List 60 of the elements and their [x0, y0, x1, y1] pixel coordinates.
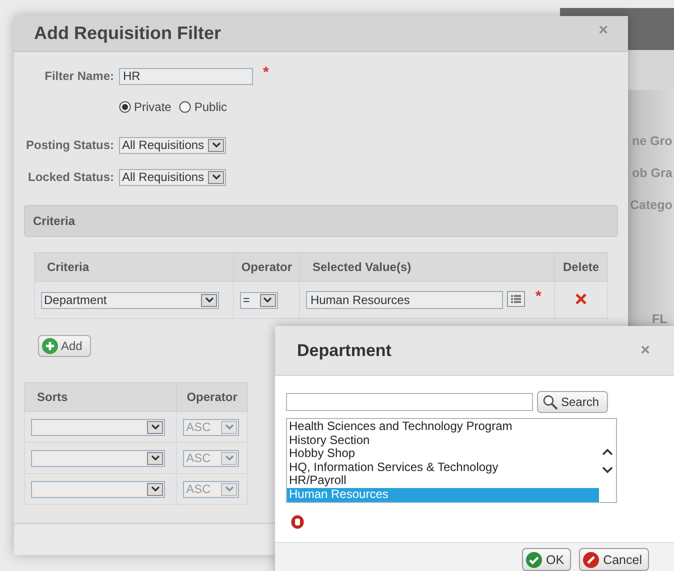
- radio-label: Private: [134, 100, 172, 114]
- cancel-button[interactable]: Cancel: [579, 548, 649, 571]
- value-field[interactable]: Human Resources: [306, 291, 504, 309]
- check-icon: [526, 552, 542, 568]
- sort-select[interactable]: [31, 480, 165, 498]
- locked-status-select[interactable]: All Requisitions: [119, 168, 226, 186]
- filter-name-field[interactable]: HR: [119, 68, 253, 84]
- chevron-icon: [150, 486, 160, 492]
- chevron-icon: [204, 297, 214, 303]
- dialog-title: Add Requisition Filter: [34, 23, 221, 44]
- chevron-icon: [212, 174, 220, 180]
- chevron-icon: [212, 142, 220, 148]
- ok-button[interactable]: OK: [522, 548, 572, 571]
- add-button[interactable]: Add: [38, 335, 92, 357]
- search-icon: [542, 394, 558, 410]
- chevron-icon: [150, 424, 160, 430]
- list-icon[interactable]: [507, 290, 526, 306]
- sort-select[interactable]: [31, 450, 165, 466]
- sort-select[interactable]: [31, 418, 165, 436]
- search-field[interactable]: [286, 393, 533, 411]
- background-label: ob Gra: [632, 166, 672, 180]
- background-label: Catego: [630, 198, 672, 212]
- list-option[interactable]: Health Sciences and Technology Program: [287, 420, 599, 434]
- scroll-down-icon[interactable]: [602, 466, 613, 474]
- background-label: FL: [652, 312, 668, 326]
- plus-icon: [42, 338, 58, 354]
- list-option[interactable]: HQ, Information Services & Technology: [287, 460, 599, 474]
- required-mark: *: [263, 67, 269, 79]
- stop-icon[interactable]: [291, 515, 304, 529]
- posting-status-select[interactable]: All Requisitions: [119, 136, 226, 154]
- scroll-up-icon[interactable]: [602, 448, 613, 456]
- radio-button[interactable]: [119, 101, 131, 113]
- list-option[interactable]: HR/Payroll: [287, 474, 599, 488]
- cancel-icon: [583, 552, 600, 568]
- field-label: Locked Status:: [26, 170, 114, 184]
- chevron-icon: [224, 455, 234, 461]
- column-header: Sorts: [24, 382, 177, 412]
- chevron-icon: [150, 455, 160, 461]
- operator-select[interactable]: =: [240, 292, 278, 308]
- radio-button[interactable]: [179, 101, 192, 113]
- column-header: Criteria: [34, 252, 234, 282]
- column-header: Operator: [233, 252, 300, 282]
- criteria-select[interactable]: Department: [41, 292, 219, 308]
- chevron-icon: [224, 486, 234, 492]
- list-option[interactable]: History Section: [287, 434, 599, 448]
- required-mark: *: [535, 290, 542, 302]
- list-option[interactable]: Hobby Shop: [287, 447, 599, 461]
- background-label: ne Gro: [632, 134, 672, 148]
- delete-icon[interactable]: [575, 292, 588, 304]
- radio-label: Public: [194, 100, 228, 114]
- field-label: Posting Status:: [24, 138, 114, 152]
- column-header: Selected Value(s): [300, 252, 555, 282]
- field-label: Filter Name:: [44, 69, 114, 83]
- chevron-icon: [263, 297, 272, 303]
- section-header: Criteria: [24, 205, 618, 237]
- column-header: Delete: [554, 252, 608, 282]
- dialog-title: Department: [297, 340, 392, 360]
- chevron-icon: [224, 424, 234, 430]
- column-header: Operator: [176, 382, 248, 412]
- search-button[interactable]: Search: [537, 391, 608, 413]
